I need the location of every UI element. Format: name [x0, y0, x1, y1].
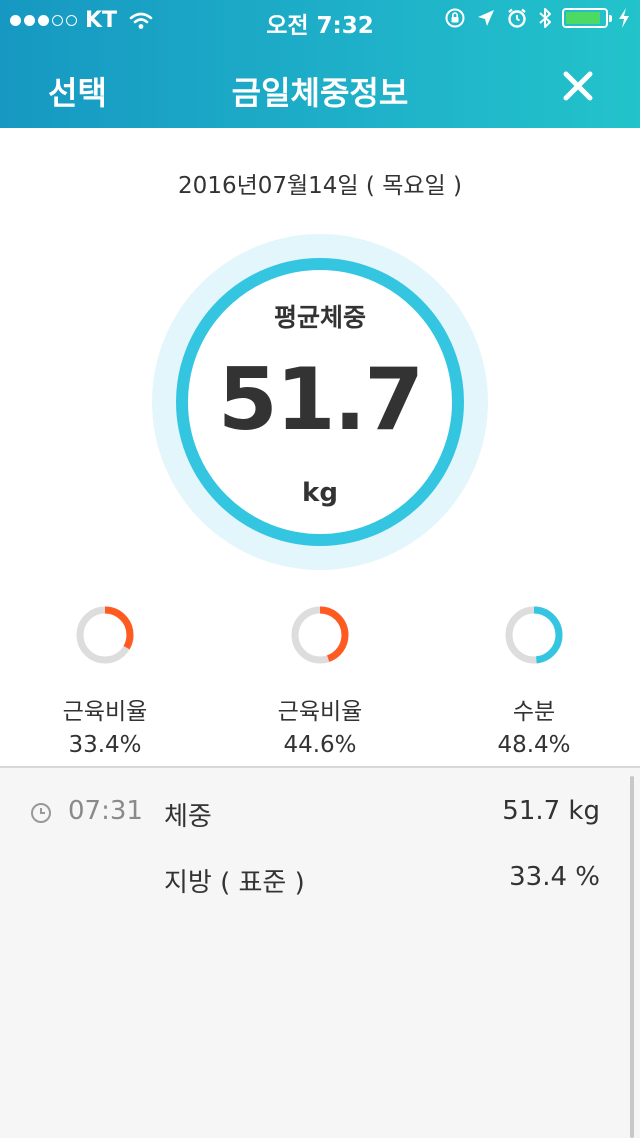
- location-arrow-icon: [478, 10, 494, 26]
- status-bar: KT 오전 7:32: [0, 0, 640, 40]
- log-name: 체중: [164, 802, 212, 832]
- charging-icon: [619, 8, 629, 28]
- metric-water: 수분 48.4%: [444, 604, 624, 758]
- page-title: 금일체중정보: [231, 74, 409, 112]
- log-name: 지방 ( 표준 ): [164, 868, 305, 898]
- close-icon[interactable]: [556, 64, 600, 108]
- metric-ring: [505, 606, 563, 664]
- log-row[interactable]: 지방 ( 표준 ) 33.4 %: [0, 858, 640, 898]
- date-label: 2016년07월14일 ( 목요일 ): [178, 173, 462, 199]
- gauge-unit: kg: [302, 478, 338, 508]
- measurement-log[interactable]: 07:31 체중 51.7 kg 지방 ( 표준 ) 33.4 %: [0, 766, 640, 1138]
- gauge-value: 51.7: [217, 350, 424, 450]
- metric-value: 33.4%: [68, 732, 142, 758]
- metric-muscle-ratio-2: 근육비율 44.6%: [230, 604, 410, 758]
- status-right: [444, 6, 630, 30]
- battery-icon: [562, 8, 612, 28]
- metric-ring: [291, 606, 349, 664]
- gauge-label: 평균체중: [273, 303, 366, 332]
- log-time: 07:31: [68, 796, 143, 826]
- metric-label: 근육비율: [277, 699, 363, 725]
- metric-label: 수분: [512, 699, 556, 725]
- log-row[interactable]: 07:31 체중 51.7 kg: [0, 792, 640, 832]
- metric-label: 근육비율: [62, 699, 148, 725]
- metric-value: 44.6%: [283, 732, 357, 758]
- battery-tip: [609, 15, 612, 22]
- header: KT 오전 7:32 선택 금일체중정보: [0, 0, 640, 128]
- metric-ring: [76, 606, 134, 664]
- alarm-icon: [508, 8, 526, 28]
- scrollbar[interactable]: [630, 776, 634, 1138]
- metric-muscle-ratio-1: 근육비율 33.4%: [15, 604, 195, 758]
- log-value: 33.4 %: [509, 862, 600, 892]
- bluetooth-icon: [539, 8, 551, 28]
- log-value: 51.7 kg: [502, 796, 600, 826]
- metric-value: 48.4%: [497, 732, 571, 758]
- battery-fill: [566, 12, 601, 24]
- clock-icon: [31, 803, 51, 823]
- rotation-lock-icon: [445, 8, 465, 28]
